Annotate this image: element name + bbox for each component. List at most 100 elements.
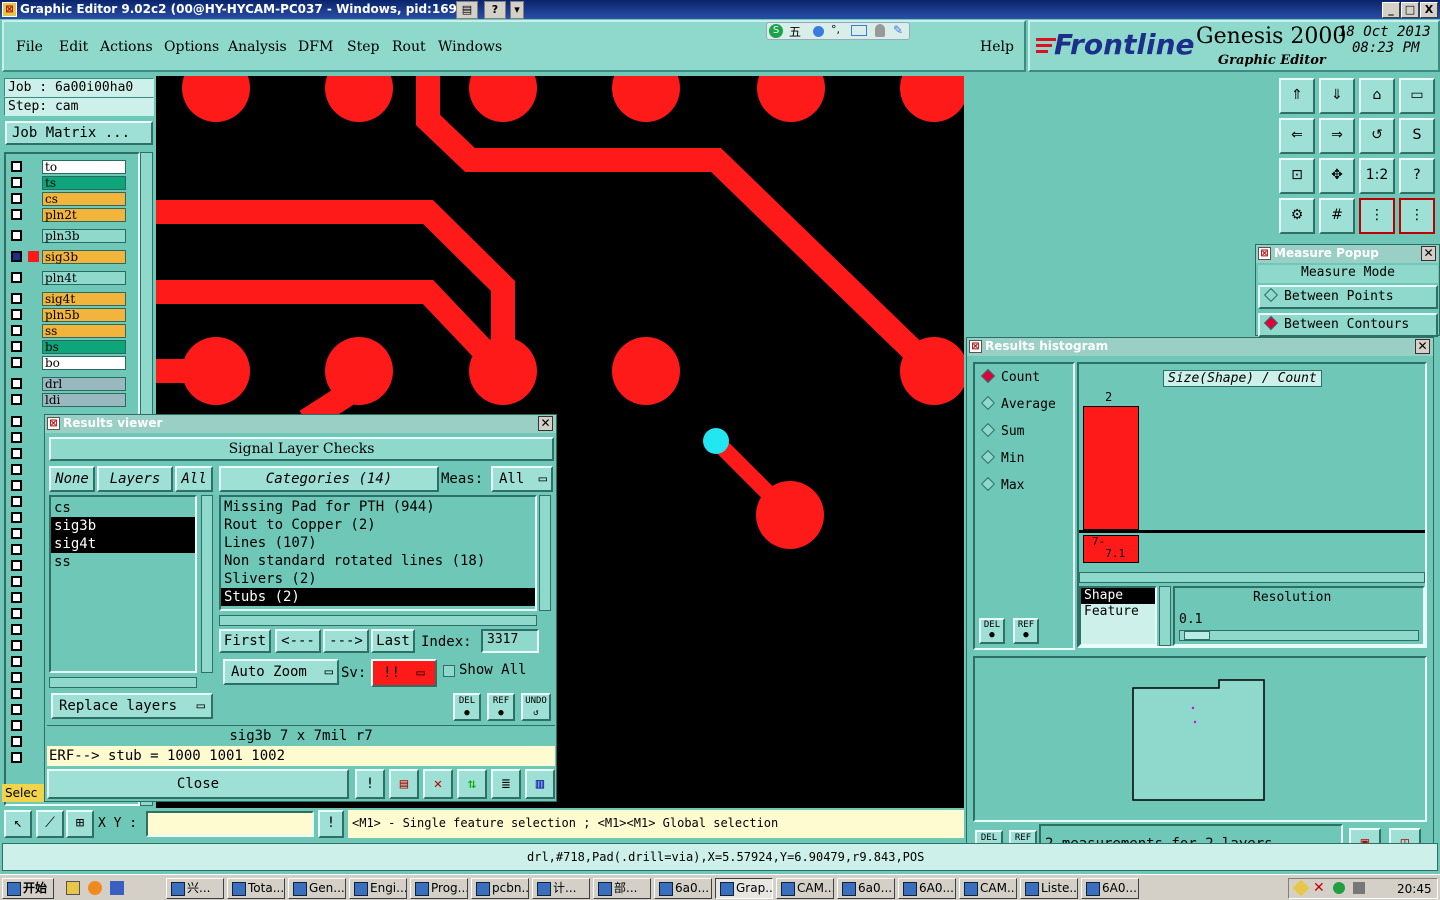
menu-analysis[interactable]: Analysis: [228, 39, 287, 55]
tool-grid-icon[interactable]: #: [1319, 198, 1355, 234]
layer-list-item[interactable]: sig3b: [51, 517, 195, 535]
wrench-icon[interactable]: ✎: [893, 23, 903, 37]
layer-checkbox[interactable]: [11, 394, 22, 405]
rv-close-button[interactable]: Close: [47, 769, 349, 799]
ime-dot-icon[interactable]: [813, 26, 824, 37]
menu-windows[interactable]: Windows: [438, 39, 502, 55]
layer-checkbox[interactable]: [11, 608, 22, 619]
layer-checkbox[interactable]: [11, 576, 22, 587]
list-item[interactable]: Feature: [1081, 604, 1155, 620]
option-average[interactable]: Average: [980, 395, 1056, 412]
dropdown-icon[interactable]: ▾: [510, 1, 524, 19]
layer-checkbox[interactable]: [11, 624, 22, 635]
layer-checkbox[interactable]: [11, 432, 22, 443]
categories-button[interactable]: Categories (14): [219, 466, 439, 492]
layer-row-sig4t[interactable]: sig4t: [8, 292, 126, 306]
taskbar-item[interactable]: Prog...: [410, 878, 468, 899]
maximize-button[interactable]: □: [1401, 2, 1419, 18]
layer-name[interactable]: pln4t: [42, 271, 126, 285]
layer-list-scrollbar[interactable]: [201, 495, 213, 673]
next-button[interactable]: --->: [323, 629, 369, 653]
taskbar-item[interactable]: CAM...: [959, 878, 1017, 899]
layer-row-pln2t[interactable]: pln2t: [8, 208, 126, 222]
snap-grid-icon[interactable]: ⊞: [66, 810, 94, 838]
layer-name[interactable]: bo: [42, 356, 126, 370]
menu-step[interactable]: Step: [347, 39, 379, 55]
layer-checkbox[interactable]: [11, 378, 22, 389]
layer-name[interactable]: ss: [42, 324, 126, 338]
resolution-slider[interactable]: [1179, 630, 1419, 641]
rv-undo-button[interactable]: UNDO ↺: [521, 693, 551, 721]
tool-right-icon[interactable]: ⇒: [1319, 118, 1355, 154]
none-button[interactable]: None: [49, 466, 95, 492]
category-item[interactable]: Stubs (2): [221, 588, 535, 606]
taskbar-item[interactable]: Gen...: [288, 878, 346, 899]
tool-snap-icon[interactable]: ⋮: [1359, 198, 1395, 234]
index-input[interactable]: 3317: [481, 629, 539, 653]
user-icon[interactable]: [875, 24, 885, 37]
category-item[interactable]: Lines (107): [221, 534, 535, 552]
layer-row-ldi[interactable]: ldi: [8, 393, 126, 407]
layer-checkbox[interactable]: [11, 357, 22, 368]
taskbar-item[interactable]: 部...: [593, 878, 651, 899]
tool-center-icon[interactable]: ✥: [1319, 158, 1355, 194]
print-icon[interactable]: ▤: [456, 1, 478, 19]
taskbar-item[interactable]: 6A0...: [898, 878, 956, 899]
measure-tool-icon[interactable]: ⟋: [36, 810, 64, 838]
layer-checkbox[interactable]: [11, 230, 22, 241]
tray-network-icon[interactable]: ✕: [1313, 880, 1325, 896]
layer-checkbox[interactable]: [11, 496, 22, 507]
option-max[interactable]: Max: [980, 476, 1024, 493]
layer-list-item[interactable]: sig4t: [51, 535, 195, 553]
meas-select[interactable]: All ▭: [491, 466, 553, 492]
ime-toolbar[interactable]: S 五 °, ✎: [766, 22, 910, 40]
layer-checkbox[interactable]: [11, 512, 22, 523]
tray-360-icon[interactable]: [1333, 882, 1345, 894]
start-button[interactable]: 开始: [2, 878, 54, 899]
close-button[interactable]: X: [1420, 2, 1438, 18]
taskbar-item[interactable]: 兴...: [166, 878, 224, 899]
layer-row-pln5b[interactable]: pln5b: [8, 308, 126, 322]
layer-list-item[interactable]: ss: [51, 553, 195, 571]
category-item[interactable]: Non standard rotated lines (18): [221, 552, 535, 570]
all-button[interactable]: All: [175, 466, 213, 492]
tool-snake-icon[interactable]: S: [1399, 118, 1435, 154]
rv-del-button[interactable]: DEL ●: [453, 693, 481, 721]
taskbar-item[interactable]: 6a0...: [654, 878, 712, 899]
first-button[interactable]: First: [219, 629, 271, 653]
select-tool-icon[interactable]: ↖: [4, 810, 32, 838]
taskbar-item[interactable]: 计...: [532, 878, 590, 899]
option-count[interactable]: Count: [980, 368, 1040, 385]
categories-scrollbar[interactable]: [539, 495, 551, 611]
layer-name[interactable]: pln5b: [42, 308, 126, 322]
layer-checkbox[interactable]: [11, 272, 22, 283]
layer-checkbox[interactable]: [11, 309, 22, 320]
layer-checkbox[interactable]: [11, 480, 22, 491]
layer-name[interactable]: pln2t: [42, 208, 126, 222]
histogram-icon[interactable]: ▥: [525, 769, 555, 799]
taskbar-item[interactable]: Tota...: [227, 878, 285, 899]
layer-checkbox[interactable]: [11, 592, 22, 603]
layer-checkbox[interactable]: [11, 640, 22, 651]
auto-zoom-button[interactable]: Auto Zoom ▭: [223, 659, 339, 685]
xy-input[interactable]: [146, 811, 314, 837]
layer-row-to[interactable]: to: [8, 160, 126, 174]
layer-checkbox[interactable]: [11, 560, 22, 571]
layer-row-pln4t[interactable]: pln4t: [8, 271, 126, 285]
delete-marks-icon[interactable]: ✕: [423, 769, 453, 799]
taskbar-item[interactable]: Liste...: [1020, 878, 1078, 899]
layer-checkbox[interactable]: [11, 193, 22, 204]
layer-row-ts[interactable]: ts: [8, 176, 126, 190]
measure-option-between-contours[interactable]: Between Contours: [1258, 313, 1438, 337]
layer-checkbox[interactable]: [11, 293, 22, 304]
layer-checkbox[interactable]: [11, 736, 22, 747]
tool-home-icon[interactable]: ⇑: [1279, 78, 1315, 114]
categories-hscroll[interactable]: [219, 615, 537, 626]
layer-name[interactable]: ldi: [42, 393, 126, 407]
menu-dfm[interactable]: DFM: [298, 39, 333, 55]
layer-row-bo[interactable]: bo: [8, 356, 126, 370]
tool-left-icon[interactable]: ⇐: [1279, 118, 1315, 154]
layer-row-cs[interactable]: cs: [8, 192, 126, 206]
layer-checkbox[interactable]: [11, 464, 22, 475]
ime-logo-icon[interactable]: S: [769, 24, 783, 38]
